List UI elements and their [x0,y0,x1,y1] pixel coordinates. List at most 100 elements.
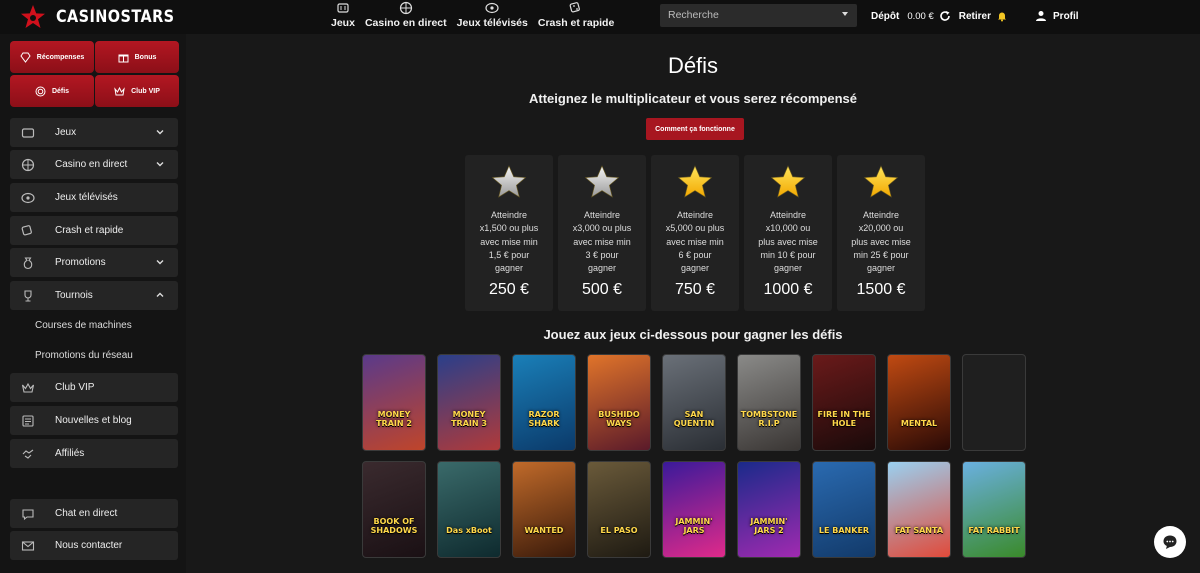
game-tile[interactable]: MONEY TRAIN 3 [437,354,501,451]
sidebar-item-label: Tournois [55,290,93,301]
game-tile[interactable]: TOMBSTONE R.I.P [737,354,801,451]
bell-icon[interactable] [996,10,1008,22]
sidebar-item-crash-et-rapide[interactable]: Crash et rapide [10,216,178,245]
game-tile[interactable]: BOOK OF SHADOWS [362,461,426,558]
sidebar-subitem-courses-de-machines[interactable]: Courses de machines [35,320,132,331]
game-title: MONEY TRAIN 2 [376,410,412,428]
game-title: MONEY TRAIN 3 [451,410,487,428]
game-title: FAT RABBIT [968,526,1020,535]
game-title: LE BANKER [818,526,870,535]
sidebar-item-jeux[interactable]: Jeux [10,118,178,147]
game-tile-placeholder[interactable] [962,354,1026,451]
profile-label: Profil [1053,10,1079,22]
sidebar-item-label: Promotions [55,257,106,268]
how-it-works-button[interactable]: Comment ça fonctionne [646,118,744,140]
withdraw-button[interactable]: Retirer [959,11,991,22]
game-tile[interactable]: Das xBoot [437,461,501,558]
challenge-line: x1,500 ou plus [479,223,539,234]
game-tile[interactable]: SAN QUENTIN [662,354,726,451]
trophy-icon [24,289,32,301]
sidebar-item-nous-contacter[interactable]: Nous contacter [10,531,178,560]
topnav-casino-en-direct[interactable]: Casino en direct [360,1,452,29]
challenge-line: plus avec mise [851,236,911,247]
roulette-icon [399,1,412,15]
challenge-line: x10,000 ou [765,223,811,234]
game-title: RAZOR SHARK [528,410,560,428]
gold-star-icon [863,165,899,198]
challenge-line: gagner [680,263,710,274]
chat-bubble-icon [22,508,34,520]
topnav-jeux[interactable]: Jeux [326,1,360,29]
sidebar-item-promotions[interactable]: Promotions [10,248,178,277]
challenge-line: x3,000 ou plus [572,223,632,234]
challenge-line: gagner [494,263,524,274]
game-tile[interactable]: JAMMIN' JARS 2 [737,461,801,558]
bonus-label: Bonus [134,53,157,61]
dice-icon [569,2,581,13]
challenge-reward: 1000 € [763,281,813,298]
topnav-crash-et-rapide[interactable]: Crash et rapide [533,1,619,29]
rewards-label: Récompenses [36,53,85,61]
challenge-line: gagner [866,263,896,274]
sidebar-item-tournois[interactable]: Tournois [10,281,178,310]
sidebar-item-casino-en-direct[interactable]: Casino en direct [10,150,178,179]
sidebar: Récompenses Bonus Défis Club VIP Jeux Ca… [0,34,186,573]
game-tile[interactable]: FAT SANTA [887,461,951,558]
challenge-line: x20,000 ou [858,223,904,234]
bonus-button[interactable]: Bonus [95,41,179,73]
sidebar-item-club-vip[interactable]: Club VIP [10,373,178,402]
search-dropdown[interactable]: Recherche [660,4,857,27]
game-title: JAMMIN' JARS [675,517,713,535]
sidebar-item-label: Chat en direct [55,508,118,519]
chat-bubble-icon [1163,535,1177,549]
sidebar-item-label: Club VIP [55,382,95,393]
gold-star-icon [770,165,806,198]
challenge-line: Atteindre [676,210,714,220]
profile-button[interactable]: Profil [1035,10,1079,22]
game-tile[interactable]: MENTAL [887,354,951,451]
sidebar-item-label: Nous contacter [55,540,123,551]
deposit-button[interactable]: Dépôt [871,11,899,22]
game-tile[interactable]: MONEY TRAIN 2 [362,354,426,451]
balance-value: 0.00 € [907,10,934,22]
sidebar-item-nouvelles-et-blog[interactable]: Nouvelles et blog [10,406,178,435]
target-icon [35,86,46,96]
game-tile[interactable]: JAMMIN' JARS [662,461,726,558]
game-tile[interactable]: FAT RABBIT [962,461,1026,558]
slot-machine-icon [337,3,349,13]
challenge-line: gagner [773,263,803,274]
silver-star-icon [584,165,620,198]
sidebar-item-jeux-televises[interactable]: Jeux télévisés [10,183,178,212]
refresh-icon[interactable] [939,10,951,22]
game-tile[interactable]: RAZOR SHARK [512,354,576,451]
challenge-description: Atteindre x20,000 ou plus avec mise min 25 … [841,209,921,275]
sidebar-subitem-promotions-du-reseau[interactable]: Promotions du réseau [35,350,133,361]
challenges-button[interactable]: Défis [10,75,94,107]
account-area: Dépôt 0.00 € Retirer Profil [871,10,1079,22]
tv-wheel-icon [21,192,35,203]
game-tile[interactable]: BUSHIDO WAYS [587,354,651,451]
game-tile[interactable]: FIRE IN THE HOLE [812,354,876,451]
rewards-button[interactable]: Récompenses [10,41,94,73]
game-title: EL PASO [600,526,638,535]
gift-icon [118,54,129,62]
game-tile[interactable]: WANTED [512,461,576,558]
challenge-line: Atteindre [490,210,528,220]
game-title: TOMBSTONE R.I.P [740,410,798,428]
live-chat-launcher[interactable] [1154,526,1186,558]
challenge-card: Atteindre x3,000 ou plus avec mise min 3 € … [558,155,646,311]
games-section-title: Jouez aux jeux ci-dessous pour gagner le… [543,327,843,342]
challenge-line: Atteindre [769,210,807,220]
roulette-icon [21,158,35,171]
main-content: Défis Atteignez le multiplicateur et vou… [186,34,1200,573]
game-tile[interactable]: EL PASO [587,461,651,558]
brand-logo[interactable]: CASINOSTARS [20,4,195,30]
sidebar-item-chat-en-direct[interactable]: Chat en direct [10,499,178,528]
game-tile[interactable]: LE BANKER [812,461,876,558]
challenge-line: Atteindre [583,210,621,220]
game-title: FIRE IN THE HOLE [817,410,871,428]
sidebar-item-affilies[interactable]: Affiliés [10,439,178,468]
vip-club-button[interactable]: Club VIP [95,75,179,107]
topnav-jeux-televises[interactable]: Jeux télévisés [452,1,533,29]
challenge-description: Atteindre x1,500 ou plus avec mise min 1,5 … [469,209,549,275]
